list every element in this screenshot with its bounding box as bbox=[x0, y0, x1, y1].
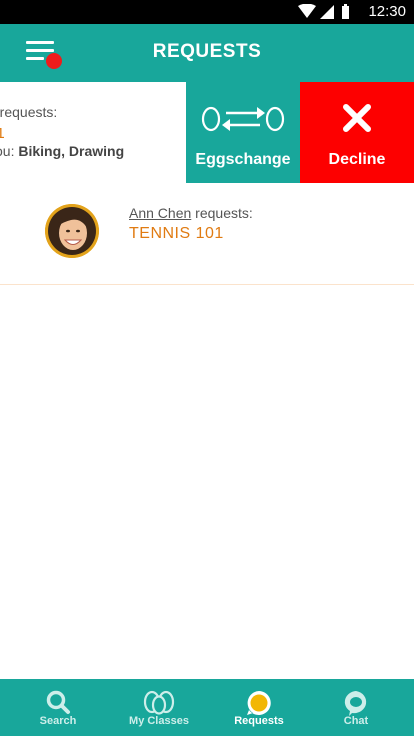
nav-my-classes[interactable]: My Classes bbox=[109, 679, 209, 736]
eggschange-label: Eggschange bbox=[195, 151, 291, 168]
nav-chat[interactable]: Chat bbox=[306, 679, 406, 736]
nav-search-label: Search bbox=[39, 715, 77, 727]
request-wants-items: Biking, Drawing bbox=[18, 143, 125, 159]
nav-search[interactable]: Search bbox=[8, 679, 108, 736]
requester-name-link[interactable]: Ann Chen bbox=[129, 205, 191, 221]
request-text: g requests: bbox=[0, 104, 58, 120]
eggschange-button[interactable]: Eggschange bbox=[186, 82, 300, 183]
signal-icon bbox=[320, 5, 334, 19]
bottom-nav: Search My Classes Requests Chat bbox=[0, 679, 414, 736]
nav-chat-label: Chat bbox=[343, 715, 369, 727]
request-class-name[interactable]: TENNIS 101 bbox=[129, 225, 224, 243]
page-title: REQUESTS bbox=[152, 41, 262, 62]
app-bar: REQUESTS bbox=[0, 24, 414, 82]
request-text: Ann Chen requests: bbox=[129, 205, 253, 221]
status-icons bbox=[298, 4, 352, 20]
battery-icon bbox=[342, 6, 349, 19]
request-row[interactable]: g requests: 01 you: Biking, Drawing Eggs… bbox=[0, 82, 414, 184]
nav-requests-label: Requests bbox=[234, 715, 284, 727]
wifi-icon bbox=[298, 4, 316, 18]
avatar[interactable] bbox=[45, 204, 99, 258]
egg-exchange-icon bbox=[200, 104, 286, 139]
close-icon bbox=[342, 103, 372, 138]
decline-label: Decline bbox=[328, 151, 386, 168]
status-bar: 12:30 bbox=[0, 0, 414, 24]
nav-requests[interactable]: Requests bbox=[209, 679, 309, 736]
status-time: 12:30 bbox=[368, 3, 406, 20]
request-row[interactable]: Ann Chen requests: TENNIS 101 bbox=[0, 183, 414, 285]
nav-my-classes-label: My Classes bbox=[129, 715, 189, 727]
request-wants: you: Biking, Drawing bbox=[0, 143, 125, 159]
decline-button[interactable]: Decline bbox=[300, 82, 414, 183]
request-class-name: 01 bbox=[0, 125, 5, 142]
request-content: g requests: 01 you: Biking, Drawing bbox=[0, 82, 188, 183]
